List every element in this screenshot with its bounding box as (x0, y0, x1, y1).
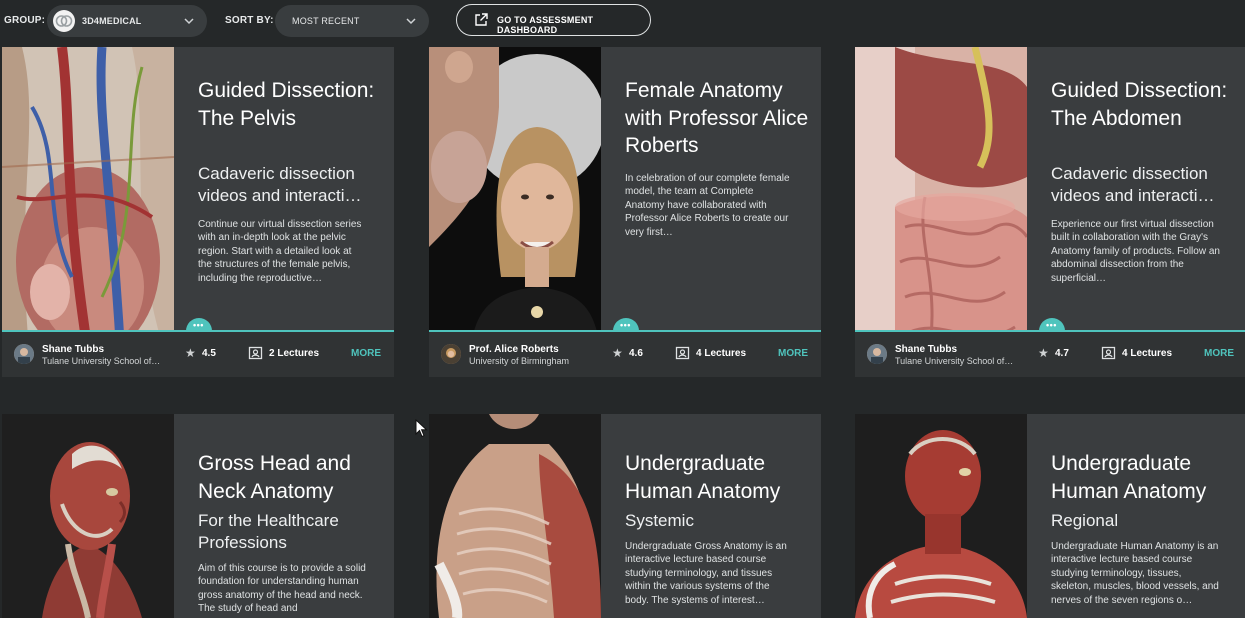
author-school: Tulane University School of… (895, 356, 1014, 366)
course-title: Undergraduate Human Anatomy (625, 452, 781, 503)
author-name: Shane Tubbs (895, 344, 958, 355)
course-rating: 4.7 (1055, 348, 1069, 359)
course-subtitle: Systemic (625, 511, 694, 530)
sort-label: SORT BY: (225, 15, 274, 26)
course-card-undergrad-regional[interactable]: Undergraduate Human Anatomy Regional Und… (855, 414, 1245, 618)
ellipsis-icon: ••• (193, 320, 204, 330)
head-neck-muscles-image (2, 414, 174, 618)
lecture-count: 4 Lectures (696, 348, 747, 359)
avatar (14, 344, 34, 364)
alice-roberts-photo (429, 47, 601, 377)
author-name: Prof. Alice Roberts (469, 344, 559, 355)
pelvis-dissection-image (2, 47, 174, 377)
star-icon: ★ (185, 346, 196, 360)
more-link[interactable]: MORE (778, 348, 808, 359)
course-title: Undergraduate Human Anatomy (1051, 452, 1207, 503)
author-name: Shane Tubbs (42, 344, 105, 355)
abdomen-dissection-image (855, 47, 1027, 377)
external-link-icon (475, 13, 488, 26)
course-description: Experience our first virtual dissection … (1051, 219, 1220, 284)
sort-dropdown[interactable]: MOST RECENT (275, 5, 429, 37)
card-footer: Shane Tubbs Tulane University School of…… (855, 332, 1245, 377)
more-options-button[interactable]: ••• (1039, 318, 1065, 332)
assessment-dashboard-button[interactable]: GO TO ASSESSMENT DASHBOARD (456, 4, 651, 36)
course-subtitle: Regional (1051, 511, 1119, 530)
chevron-down-icon (406, 18, 416, 25)
ellipsis-icon: ••• (620, 320, 631, 330)
chevron-down-icon (184, 18, 194, 25)
group-dropdown[interactable]: 3D4MEDICAL (47, 5, 207, 37)
ellipsis-icon: ••• (1046, 320, 1057, 330)
avatar (867, 344, 887, 364)
course-card-head-neck[interactable]: Gross Head and Neck Anatomy For the Heal… (2, 414, 394, 618)
course-rating: 4.6 (629, 348, 643, 359)
course-description: Undergraduate Gross Anatomy is an intera… (625, 541, 787, 606)
mouse-cursor-icon (415, 419, 428, 438)
course-subtitle: Cadaveric dissection videos and interact… (198, 164, 362, 205)
course-card-pelvis[interactable]: Guided Dissection: The Pelvis Cadaveric … (2, 47, 394, 377)
3d4medical-logo-icon (53, 10, 75, 32)
more-link[interactable]: MORE (351, 348, 381, 359)
course-subtitle: For the Healthcare Professions (198, 511, 339, 552)
course-description: Continue our virtual dissection series w… (198, 219, 362, 284)
course-title: Guided Dissection: The Pelvis (198, 79, 375, 130)
more-options-button[interactable]: ••• (613, 318, 639, 332)
lecture-count: 4 Lectures (1122, 348, 1173, 359)
course-title: Gross Head and Neck Anatomy (198, 452, 351, 503)
author-school: University of Birmingham (469, 356, 570, 366)
avatar (441, 344, 461, 364)
course-description: Undergraduate Human Anatomy is an intera… (1051, 541, 1219, 606)
group-label: GROUP: (4, 15, 46, 26)
star-icon: ★ (1038, 346, 1049, 360)
course-rating: 4.5 (202, 348, 216, 359)
course-card-abdomen[interactable]: Guided Dissection: The Abdomen Cadaveric… (855, 47, 1245, 377)
lecture-count: 2 Lectures (269, 348, 320, 359)
more-options-button[interactable]: ••• (186, 318, 212, 332)
group-value: 3D4MEDICAL (82, 16, 142, 26)
sort-value: MOST RECENT (292, 16, 360, 26)
lectures-icon (1101, 346, 1116, 360)
card-footer: Shane Tubbs Tulane University School of…… (2, 332, 394, 377)
torso-anatomy-image (429, 414, 601, 618)
course-title: Female Anatomy with Professor Alice Robe… (625, 79, 809, 157)
course-card-undergrad-systemic[interactable]: Undergraduate Human Anatomy Systemic Und… (429, 414, 821, 618)
course-subtitle: Cadaveric dissection videos and interact… (1051, 164, 1215, 205)
assessment-dashboard-label: GO TO ASSESSMENT DASHBOARD (497, 15, 594, 35)
lectures-icon (675, 346, 690, 360)
more-link[interactable]: MORE (1204, 348, 1234, 359)
lectures-icon (248, 346, 263, 360)
course-description: Aim of this course is to provide a solid… (198, 563, 366, 615)
star-icon: ★ (612, 346, 623, 360)
filter-toolbar: GROUP: 3D4MEDICAL SORT BY: MOST RECENT G… (0, 0, 1245, 42)
author-school: Tulane University School of… (42, 356, 161, 366)
head-torso-anatomy-image (855, 414, 1027, 618)
course-title: Guided Dissection: The Abdomen (1051, 79, 1228, 130)
course-description: In celebration of our complete female mo… (625, 173, 790, 238)
card-footer: Prof. Alice Roberts University of Birmin… (429, 332, 821, 377)
course-card-female-anatomy[interactable]: Female Anatomy with Professor Alice Robe… (429, 47, 821, 377)
